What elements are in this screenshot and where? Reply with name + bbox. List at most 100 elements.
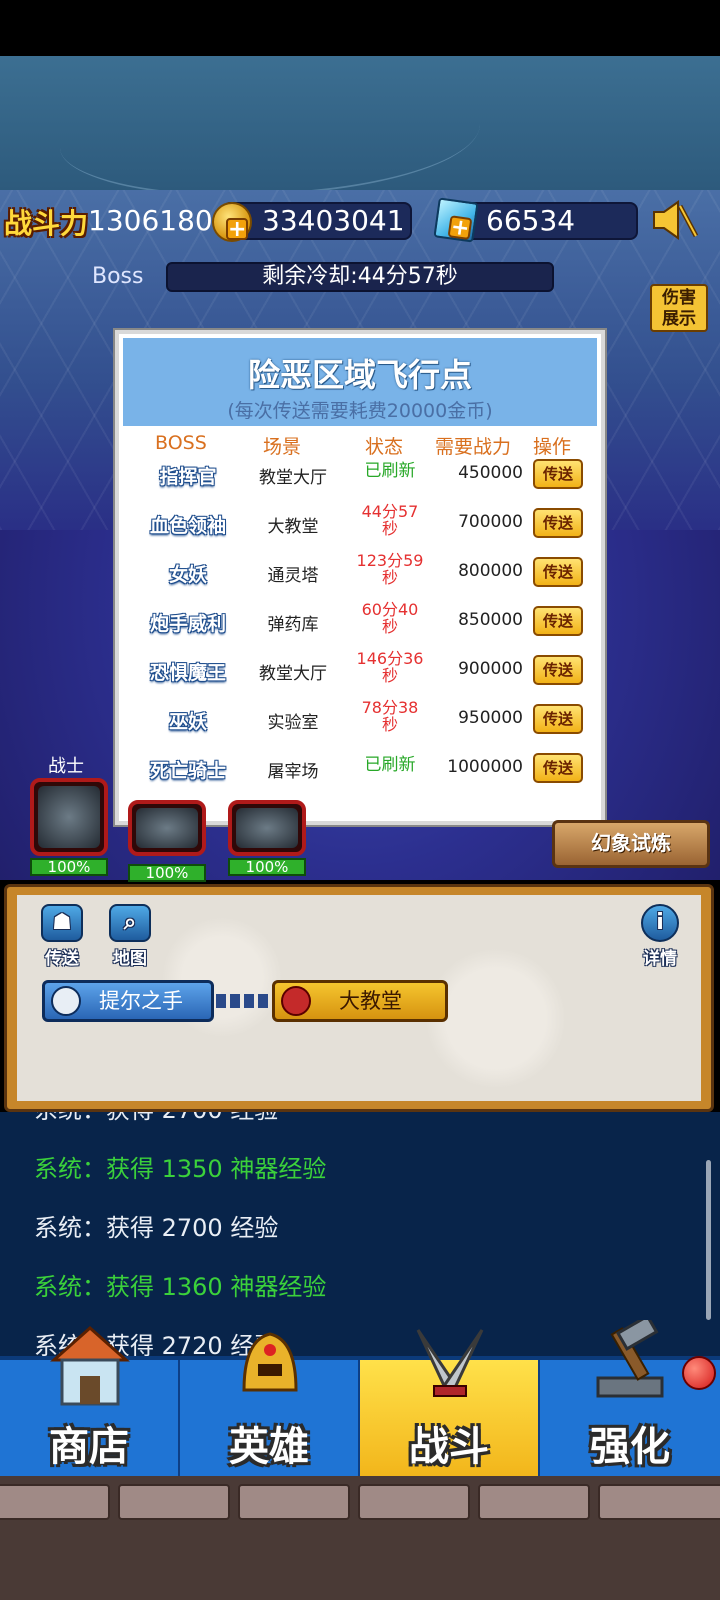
teleport-label: 传送 [45,949,79,969]
notification-badge [682,1356,716,1390]
gold-coin-icon[interactable]: + [212,202,252,242]
hero-health: 100% [228,858,306,876]
teleport-row-button[interactable]: 传送 [533,704,583,734]
combat-power-label: 战斗力 [4,207,89,240]
status-cooldown: 123分59 秒 [345,552,435,586]
teleport-row-button[interactable]: 传送 [533,459,583,489]
required-power: 450000 [458,463,523,483]
status-bar [0,0,720,56]
resource-bar: 战斗力 1306180 + 33403041 + 66534 [0,196,720,246]
status-cooldown: 60分40 秒 [345,601,435,635]
required-power: 1000000 [447,757,523,777]
hero-portrait [136,808,198,848]
log-line: 系统：获得 2700 经验 [34,1112,278,1125]
nav-hero[interactable]: 英雄 [180,1332,360,1478]
plus-icon: + [226,217,248,242]
teleport-button[interactable]: ☗ 传送 [38,904,86,969]
tree-icon [51,986,81,1016]
diamond-icon[interactable]: + [433,197,479,243]
teleport-row-button[interactable]: 传送 [533,655,583,685]
scene-name: 实验室 [267,713,319,733]
boss-row: 血色领袖 大教堂 44分57 秒 700000 传送 [123,499,597,549]
details-button[interactable]: i 详情 [636,904,684,969]
ground-bricks [0,1476,720,1600]
log-line: 系统：获得 1360 神器经验 [34,1273,327,1301]
log-line: 系统：获得 1350 神器经验 [34,1155,327,1183]
magnifier-icon: ⌕ [109,904,151,942]
nav-upgrade-label: 强化 [590,1424,670,1470]
nav-battle[interactable]: 战斗 [360,1329,540,1478]
boss-label: Boss [92,264,144,289]
scene-name: 屠宰场 [267,762,319,782]
crossed-swords-icon [416,1329,484,1397]
teleport-row-button[interactable]: 传送 [533,508,583,538]
plus-icon: + [447,214,473,242]
required-power: 900000 [458,659,523,679]
status-time: 123分59 [356,551,424,570]
combat-power-value: 1306180 [88,204,213,237]
boss-row: 指挥官 教堂大厅 已刷新 450000 传送 [123,450,597,500]
gem-value: 66534 [486,204,576,237]
status-refreshed: 已刷新 [364,755,416,775]
boss-cooldown: 剩余冷却:44分57秒 [166,262,554,292]
damage-display-button[interactable]: 伤害 展示 [650,284,708,332]
status-cooldown: 78分38 秒 [345,699,435,733]
scene-name: 教堂大厅 [259,664,327,684]
damage-btn-line2: 展示 [662,309,696,329]
hero-health: 100% [128,864,206,882]
route-dots [216,994,272,1008]
status-cooldown: 146分36 秒 [345,650,435,684]
scene-name: 通灵塔 [267,566,319,586]
hero-portrait [38,786,100,848]
demon-icon [281,986,311,1016]
destination-location[interactable]: 大教堂 [272,980,448,1022]
hero-slot[interactable] [30,778,108,856]
required-power: 700000 [458,512,523,532]
status-unit: 秒 [381,715,398,734]
scene-name: 教堂大厅 [259,468,327,488]
boss-row: 死亡骑士 屠宰场 已刷新 1000000 传送 [123,744,597,794]
boss-cooldown-row: Boss 剩余冷却:44分57秒 [0,258,720,298]
boss-name: 死亡骑士 [149,760,226,782]
boss-row: 恐惧魔王 教堂大厅 146分36 秒 900000 传送 [123,646,597,696]
boss-row: 炮手威利 弹药库 60分40 秒 850000 传送 [123,597,597,647]
gold-value: 33403041 [262,204,405,237]
status-unit: 秒 [381,568,398,587]
hero-slot[interactable] [228,800,306,856]
status-time: 44分57 [361,502,419,521]
map-button[interactable]: ⌕ 地图 [106,904,154,969]
current-location[interactable]: 提尔之手 [42,980,214,1022]
illusion-trial-button[interactable]: 幻象试炼 [552,820,710,868]
required-power: 800000 [458,561,523,581]
dialog-title: 险恶区域飞行点 [247,356,472,394]
hero-slot[interactable] [128,800,206,856]
status-unit: 秒 [381,617,398,636]
details-label: 详情 [643,949,677,969]
required-power: 950000 [458,708,523,728]
bottom-nav: 商店 英雄 战斗 强化 [0,1320,720,1478]
status-time: 78分38 [361,698,419,717]
boss-name: 指挥官 [159,466,217,488]
hero-health: 100% [30,858,108,876]
teleport-row-button[interactable]: 传送 [533,557,583,587]
flight-point-dialog: 险恶区域飞行点 (每次传送需要耗费20000金币) BOSS 场景 状态 需要战… [115,330,605,825]
map-label: 地图 [113,949,147,969]
nav-shop-label: 商店 [49,1424,129,1470]
sky-background [0,56,720,196]
nav-shop[interactable]: 商店 [0,1325,180,1478]
log-scrollbar[interactable] [706,1160,711,1320]
teleport-icon: ☗ [41,904,83,942]
shop-house-icon [50,1325,130,1406]
boss-name: 恐惧魔王 [149,662,226,684]
current-location-label: 提尔之手 [99,989,183,1013]
status-time: 60分40 [361,600,419,619]
info-icon: i [641,904,679,942]
hero-class-label: 战士 [48,756,84,777]
anvil-hammer-icon [596,1320,664,1398]
boss-name: 女妖 [168,564,207,586]
mute-speaker-icon[interactable] [650,198,698,242]
teleport-row-button[interactable]: 传送 [533,606,583,636]
damage-btn-line1: 伤害 [662,288,696,308]
teleport-row-button[interactable]: 传送 [533,753,583,783]
destination-label: 大教堂 [339,989,402,1013]
